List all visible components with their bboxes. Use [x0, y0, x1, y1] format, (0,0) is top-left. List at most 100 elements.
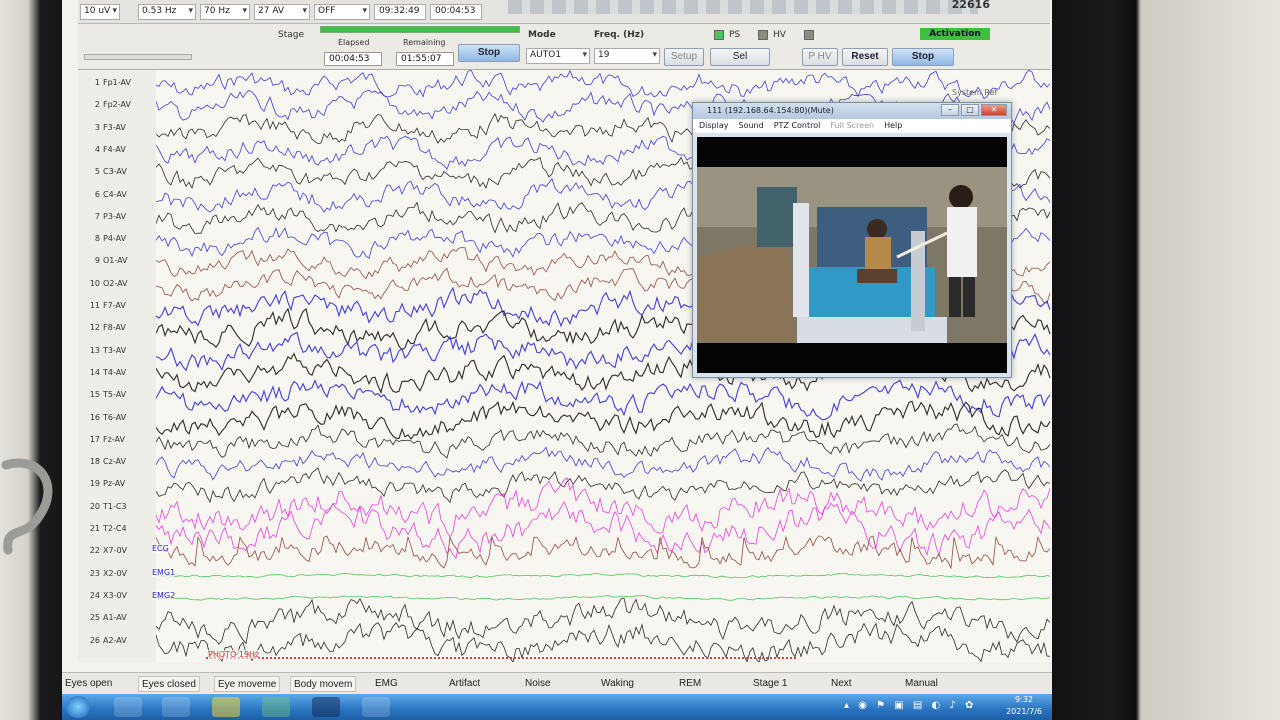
emg2-tag: EMG2 [152, 591, 176, 600]
mode-label: Mode [528, 30, 556, 40]
elapsed-value: 00:04:53 [324, 52, 382, 66]
hv-checkbox[interactable] [758, 30, 768, 40]
taskbar-app-window-icon[interactable] [162, 697, 190, 717]
notch-select[interactable]: OFF [314, 4, 370, 20]
ps-checkbox[interactable] [714, 30, 724, 40]
system-ref-label: System Ref [952, 88, 998, 97]
elapsed-label: Elapsed [338, 38, 370, 47]
menu-ptz-control[interactable]: PTZ Control [774, 121, 821, 131]
channel-label: 18 Cz-AV [78, 457, 156, 473]
channel-label: 11 F7-AV [78, 301, 156, 317]
monitor-photo: 10 uV 0.53 Hz 70 Hz 27 AV OFF 09:32:49 0… [0, 0, 1280, 720]
channel-name: T5-AV [103, 390, 127, 400]
channel-name: F3-AV [103, 122, 126, 132]
setup-button[interactable]: Setup [664, 48, 704, 66]
stage-slider[interactable] [84, 54, 192, 60]
event-eye-movement[interactable]: Eye moveme [214, 676, 281, 692]
event-eyes-closed[interactable]: Eyes closed [138, 676, 200, 692]
event-stage-1[interactable]: Stage 1 [750, 676, 790, 692]
channel-number: 9 [94, 256, 100, 266]
eeg-trace-line [156, 622, 1051, 662]
sensitivity-select[interactable]: 10 uV [80, 4, 120, 20]
stop-recording-button[interactable]: Stop [458, 44, 520, 62]
channel-name: P4-AV [103, 234, 127, 244]
channel-label: 19 Pz-AV [78, 479, 156, 495]
taskbar-app-map-icon[interactable] [262, 697, 290, 717]
taskbar-clock[interactable]: 9:32 2021/7/6 [1006, 694, 1042, 718]
maximize-icon[interactable]: □ [961, 104, 979, 116]
event-rem[interactable]: REM [676, 676, 704, 692]
channel-name: O1-AV [103, 256, 128, 266]
taskbar-app-camera-icon[interactable] [312, 697, 340, 717]
channel-label: 8 P4-AV [78, 234, 156, 250]
mode-select[interactable]: AUTO1 [526, 48, 590, 64]
channel-name: T4-AV [103, 367, 127, 377]
frequency-select[interactable]: 19 [594, 48, 660, 64]
video-window[interactable]: 111 (192.168.64.154:80)(Mute) – □ ✕ Disp… [692, 102, 1012, 378]
video-window-title: 111 (192.168.64.154:80)(Mute) [707, 106, 834, 115]
high-frequency-select[interactable]: 70 Hz [200, 4, 250, 20]
channel-number: 23 [89, 568, 100, 578]
eeg-trace-line [156, 595, 1051, 601]
start-button-icon[interactable] [66, 696, 90, 718]
event-marker-bar: Eyes open Eyes closed Eye moveme Body mo… [62, 672, 1052, 694]
taskbar-app-lightning-icon[interactable] [212, 697, 240, 717]
channel-name: A1-AV [103, 613, 127, 623]
event-body-movement[interactable]: Body movem [290, 676, 357, 692]
event-manual[interactable]: Manual [902, 676, 941, 692]
reset-button[interactable]: Reset [842, 48, 888, 66]
taskbar-app-document-icon[interactable] [362, 697, 390, 717]
channel-number: 21 [89, 524, 100, 533]
channel-number: 16 [89, 412, 100, 422]
channel-label: 12 F8-AV [78, 323, 156, 339]
channel-name: P3-AV [103, 211, 127, 221]
channel-label: 2 Fp2-AV [78, 100, 156, 116]
channel-name: T3-AV [103, 345, 127, 355]
speed-select[interactable]: 27 AV [254, 4, 310, 20]
extra-checkbox[interactable] [804, 30, 814, 40]
tray-icons[interactable]: ▴ ◉ ⚑ ▣ ▤ ◐ ♪ ✿ [844, 700, 976, 711]
event-eyes-open[interactable]: Eyes open [62, 676, 115, 692]
channel-number: 10 [89, 278, 100, 288]
channel-name: F4-AV [103, 144, 126, 154]
minimize-icon[interactable]: – [941, 104, 959, 116]
menu-display[interactable]: Display [699, 121, 729, 131]
event-noise[interactable]: Noise [522, 676, 554, 692]
channel-name: C4-AV [103, 189, 127, 199]
event-waking[interactable]: Waking [598, 676, 637, 692]
close-icon[interactable]: ✕ [981, 104, 1007, 116]
menu-help[interactable]: Help [884, 121, 902, 131]
photic-stimulation-tag: PHOTO 19Hz [208, 650, 260, 659]
menu-full-screen[interactable]: Full Screen [830, 121, 874, 131]
channel-label: 5 C3-AV [78, 167, 156, 183]
channel-label: 10 O2-AV [78, 279, 156, 295]
channel-label: 13 T3-AV [78, 346, 156, 362]
channel-label: 20 T1-C3 [78, 502, 156, 518]
event-emg[interactable]: EMG [372, 676, 401, 692]
monitor-screen: 10 uV 0.53 Hz 70 Hz 27 AV OFF 09:32:49 0… [62, 0, 1052, 720]
channel-label: 4 F4-AV [78, 145, 156, 161]
taskbar-app-explorer-icon[interactable] [114, 697, 142, 717]
toolbar-icon-row[interactable] [508, 0, 978, 14]
select-button[interactable]: Sel [710, 48, 770, 66]
channel-name: F7-AV [103, 301, 126, 310]
channel-number: 1 [94, 78, 100, 87]
video-menu-bar: Display Sound PTZ Control Full Screen He… [693, 119, 1011, 133]
channel-label: 9 O1-AV [78, 256, 156, 272]
channel-name: X7-0V [103, 546, 128, 556]
channel-name: Pz-AV [103, 479, 126, 489]
event-artifact[interactable]: Artifact [446, 676, 483, 692]
event-next[interactable]: Next [828, 676, 855, 692]
menu-sound[interactable]: Sound [739, 121, 764, 131]
stop-activation-button[interactable]: Stop [892, 48, 954, 66]
channel-label: 6 C4-AV [78, 190, 156, 206]
channel-number: 22 [89, 546, 100, 556]
channel-number: 24 [89, 590, 100, 600]
video-window-titlebar[interactable]: 111 (192.168.64.154:80)(Mute) – □ ✕ [693, 103, 1011, 119]
channel-number: 15 [89, 390, 100, 400]
top-toolbar: 10 uV 0.53 Hz 70 Hz 27 AV OFF 09:32:49 0… [78, 0, 1050, 24]
windows-taskbar: ▴ ◉ ⚑ ▣ ▤ ◐ ♪ ✿ 9:32 2021/7/6 [62, 694, 1052, 720]
low-frequency-select[interactable]: 0.53 Hz [138, 4, 196, 20]
phv-button[interactable]: P HV [802, 48, 838, 66]
channel-number: 19 [89, 479, 100, 489]
